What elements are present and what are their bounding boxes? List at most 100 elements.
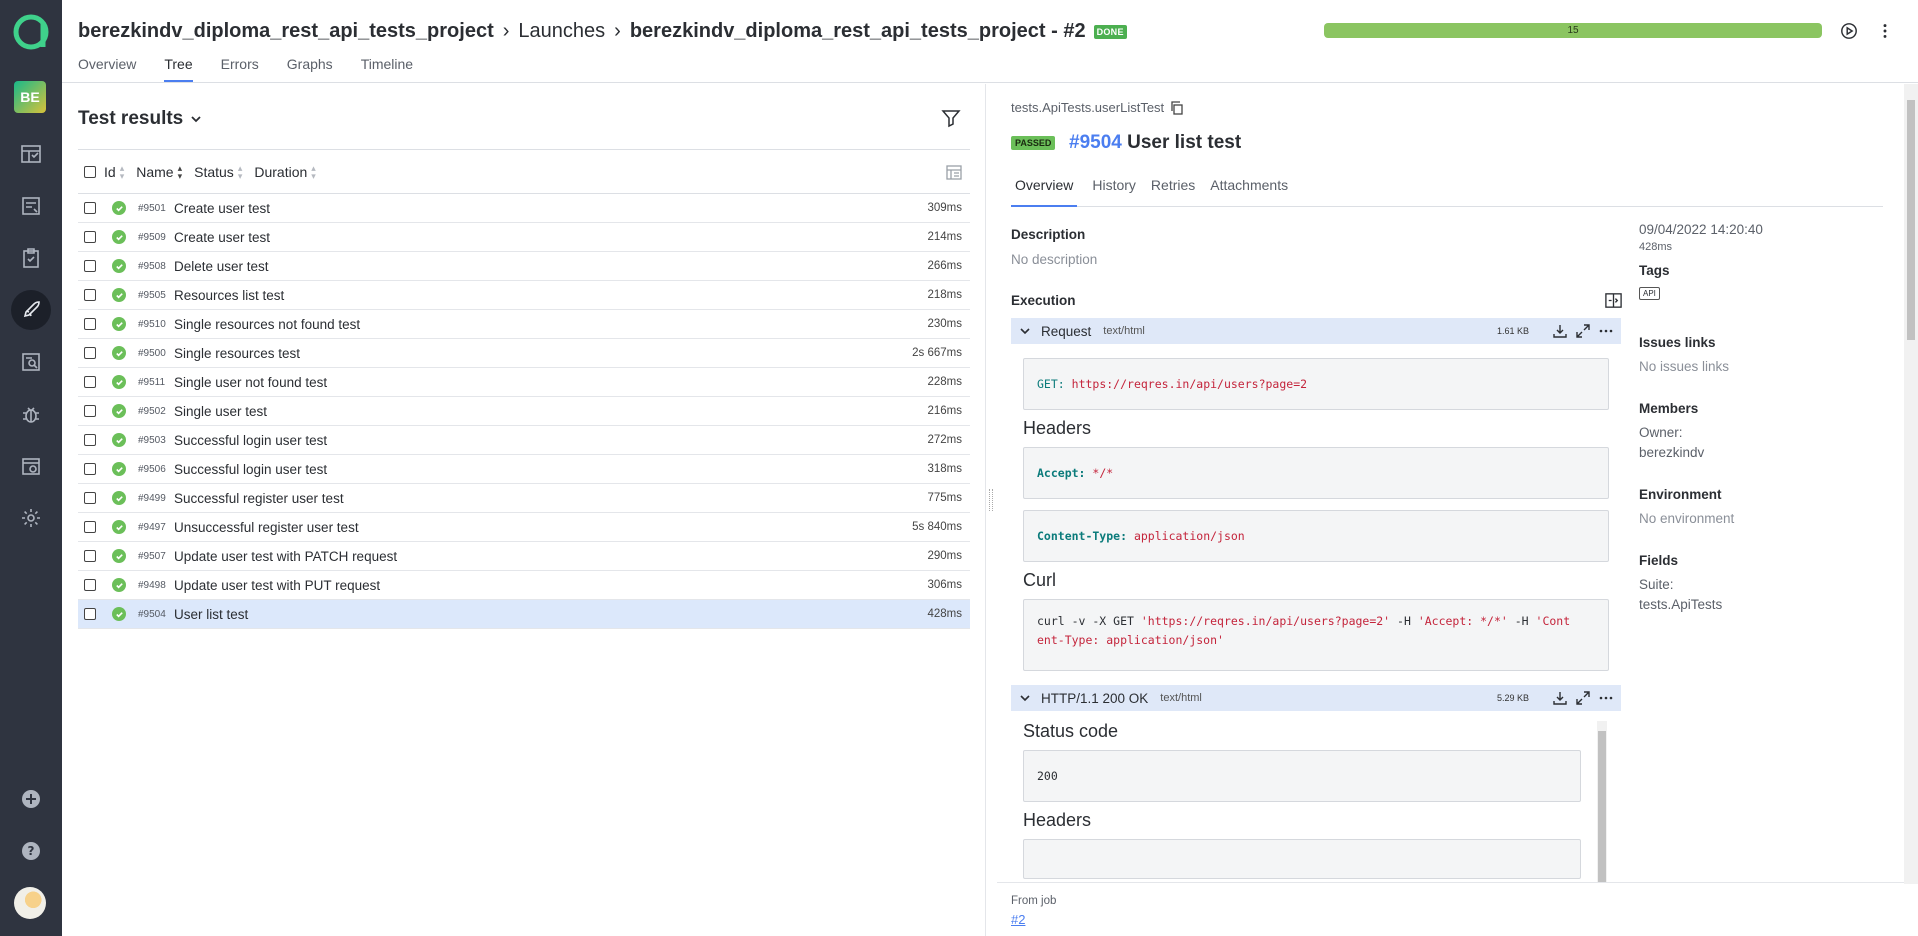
column-name[interactable]: Name ▴ ▾ [136,162,183,181]
column-status[interactable]: Status ▴ ▾ [194,163,242,180]
table-row[interactable]: #9507 Update user test with PATCH request… [78,542,970,571]
row-checkbox[interactable] [84,521,96,533]
row-checkbox[interactable] [84,347,96,359]
add-plus-icon[interactable] [11,779,51,819]
table-row[interactable]: #9505 Resources list test 218ms [78,281,970,310]
row-checkbox[interactable] [84,550,96,562]
more-vertical-icon[interactable] [1875,21,1895,41]
more-horizontal-icon[interactable] [1599,691,1613,705]
details-scrollbar[interactable] [1904,84,1918,884]
tab-timeline[interactable]: Timeline [361,56,413,82]
row-checkbox[interactable] [84,231,96,243]
chevron-down-icon[interactable] [1019,692,1031,704]
table-row[interactable]: #9511 Single user not found test 228ms [78,368,970,397]
download-icon[interactable] [1553,691,1567,705]
tab-overview[interactable]: Overview [78,56,136,82]
request-bar[interactable]: Request text/html 1.61 KB [1011,318,1621,344]
from-job-label: From job [1011,895,1057,907]
tab-errors[interactable]: Errors [221,56,259,82]
response-headers-title: Headers [1023,810,1092,830]
row-checkbox[interactable] [84,579,96,591]
breadcrumb-launches[interactable]: Launches [518,20,605,43]
row-checkbox[interactable] [84,376,96,388]
row-checkbox[interactable] [84,405,96,417]
row-checkbox[interactable] [84,434,96,446]
table-row[interactable]: #9502 Single user test 216ms [78,397,970,426]
play-icon[interactable] [1839,21,1859,41]
tab-test-overview[interactable]: Overview [1011,177,1078,207]
row-checkbox[interactable] [84,608,96,620]
curl-block: curl -v -X GET 'https://reqres.in/api/us… [1023,599,1609,671]
table-row[interactable]: #9499 Successful register user test 775ms [78,484,970,513]
environment-label: Environment [1639,487,1722,502]
breadcrumb-project[interactable]: berezkindv_diploma_rest_api_tests_projec… [78,20,494,43]
table-row[interactable]: #9504 User list test 428ms [78,600,970,629]
table-row[interactable]: #9503 Successful login user test 272ms [78,426,970,455]
defects-bug-icon[interactable] [11,394,51,434]
table-row[interactable]: #9497 Unsuccessful register user test 5s 8… [78,513,970,542]
row-checkbox[interactable] [84,202,96,214]
response-bar[interactable]: HTTP/1.1 200 OK text/html 5.29 KB [1011,685,1621,711]
table-row[interactable]: #9508 Delete user test 266ms [78,252,970,281]
row-id: #9502 [138,405,166,417]
row-id: #9505 [138,289,166,301]
tab-attachments[interactable]: Attachments [1210,177,1288,206]
test-cases-icon[interactable] [11,186,51,226]
splitter-grip-icon[interactable] [989,489,993,511]
settings-gear-icon[interactable] [11,498,51,538]
launches-icon[interactable] [11,290,51,330]
table-row[interactable]: #9510 Single resources not found test 230m… [78,310,970,339]
tab-graphs[interactable]: Graphs [287,56,333,82]
tag-chip[interactable]: API [1639,287,1660,300]
user-avatar[interactable] [14,887,46,919]
copy-icon[interactable] [1170,100,1184,115]
tab-history[interactable]: History [1092,177,1136,206]
project-avatar[interactable]: BE [14,81,46,113]
help-icon[interactable]: ? [11,831,51,871]
response-scrollbar[interactable] [1597,721,1607,884]
table-row[interactable]: #9501 Create user test 309ms [78,194,970,223]
dashboards-icon[interactable] [11,134,51,174]
launch-tabs: Overview Tree Errors Graphs Timeline [78,56,413,82]
split-view-icon[interactable] [1604,291,1623,313]
test-results-panel: Test results Id ▴ ▾ Name ▴ ▾ Status ▴ ▾ Durati… [62,84,985,936]
column-id[interactable]: Id ▴ ▾ [104,163,124,180]
chevron-down-icon[interactable] [1019,325,1031,337]
download-icon[interactable] [1553,324,1567,338]
table-row[interactable]: #9506 Successful login user test 318ms [78,455,970,484]
jobs-icon[interactable] [11,446,51,486]
table-row[interactable]: #9498 Update user test with PUT request 30… [78,571,970,600]
tab-tree[interactable]: Tree [164,56,193,82]
expand-icon[interactable] [1576,691,1590,705]
row-duration: 309ms [927,202,962,214]
tab-retries[interactable]: Retries [1151,177,1195,206]
status-code-block: 200 [1023,750,1581,802]
expand-icon[interactable] [1576,324,1590,338]
table-row[interactable]: #9509 Create user test 214ms [78,223,970,252]
row-duration: 228ms [927,376,962,388]
test-results-title[interactable]: Test results [78,108,203,130]
scrollbar-thumb[interactable] [1907,100,1915,340]
test-plans-icon[interactable] [11,238,51,278]
row-checkbox[interactable] [84,492,96,504]
status-badge: DONE [1093,24,1127,39]
more-horizontal-icon[interactable] [1599,324,1613,338]
panel-splitter[interactable] [985,84,997,936]
chevron-down-icon [191,116,201,123]
allure-logo-icon[interactable] [13,14,49,50]
columns-settings-icon[interactable] [944,162,964,185]
row-checkbox[interactable] [84,289,96,301]
filter-icon[interactable] [941,108,961,128]
analytics-icon[interactable] [11,342,51,382]
job-link[interactable]: #2 [1011,912,1025,927]
table-row[interactable]: #9500 Single resources test 2s 667ms [78,339,970,368]
row-checkbox[interactable] [84,318,96,330]
select-all-checkbox[interactable] [84,165,96,178]
column-duration[interactable]: Duration ▴ ▾ [254,163,315,180]
passed-check-icon [112,201,126,215]
row-checkbox[interactable] [84,260,96,272]
row-checkbox[interactable] [84,463,96,475]
owner-value: berezkindv [1639,445,1705,460]
sort-icon: ▴ ▾ [177,162,183,181]
row-duration: 2s 667ms [912,347,962,359]
